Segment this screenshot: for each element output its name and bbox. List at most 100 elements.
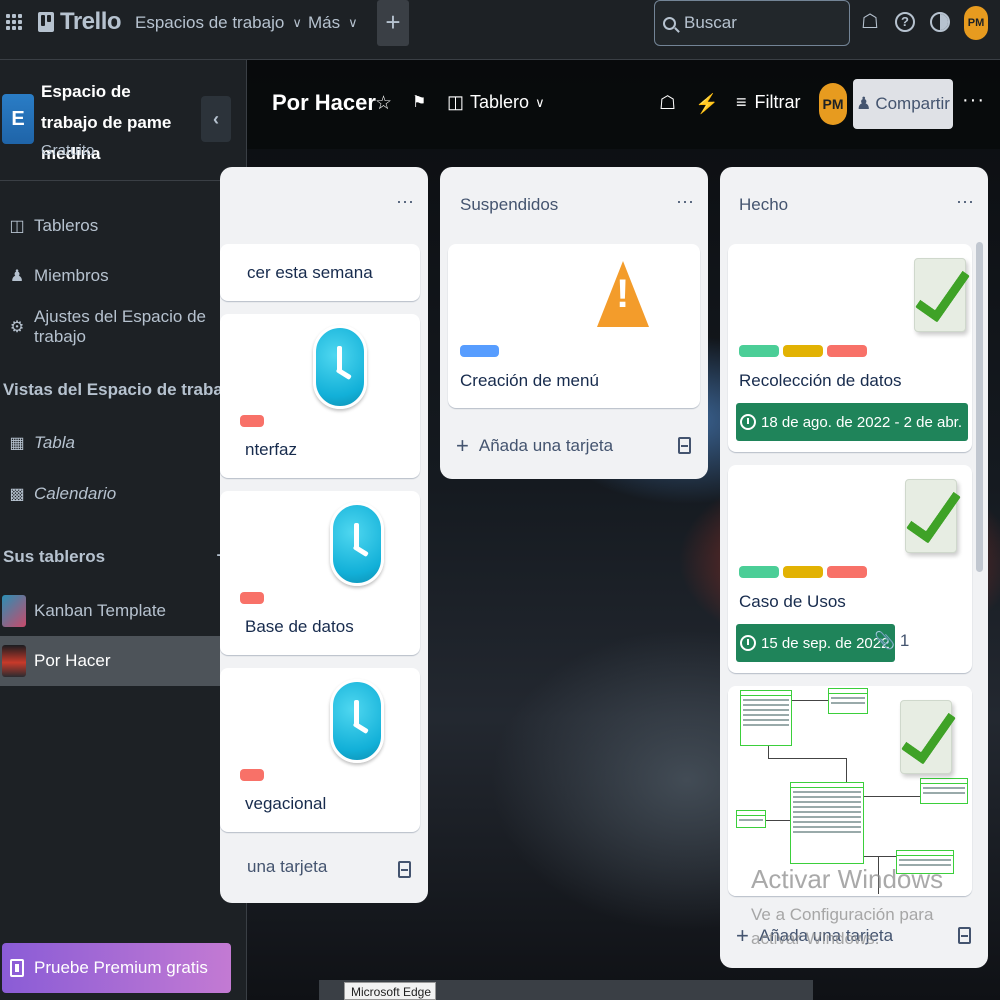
search-input[interactable] — [684, 13, 834, 33]
activation-watermark-text: Ve a Configuración para activar Windows. — [751, 905, 934, 948]
card[interactable]: vegacional — [220, 668, 420, 832]
view-switcher[interactable]: ◫ Tablero ∨ — [447, 92, 545, 113]
red-label — [240, 769, 264, 781]
card-template-icon[interactable] — [678, 437, 691, 454]
star-icon[interactable]: ☆ — [375, 92, 392, 115]
user-avatar[interactable]: PM — [964, 6, 988, 40]
lock-icon[interactable]: ⚑ — [412, 92, 426, 112]
board-icon: ◫ — [9, 218, 25, 235]
add-person-icon: ♟ — [856, 94, 872, 113]
plus-icon: + — [736, 923, 749, 948]
checkmark-icon — [914, 258, 966, 332]
card[interactable]: nterfaz — [220, 314, 420, 478]
list-menu-icon[interactable]: ··· — [396, 191, 414, 212]
attachment-count: 📎 1 — [874, 631, 909, 651]
due-date-badge[interactable]: 18 de ago. de 2022 - 2 de abr. — [736, 403, 968, 441]
red-label — [827, 566, 867, 578]
list-menu-icon[interactable]: ··· — [676, 191, 694, 212]
board-member-avatar[interactable]: PM — [819, 83, 847, 125]
sidebar-board-por-hacer[interactable]: Por Hacer — [0, 636, 247, 686]
taskbar-tooltip: Microsoft Edge — [344, 982, 436, 1000]
search-icon — [663, 16, 676, 30]
list-column: Hecho ··· Recolección de datos 18 de ago… — [720, 167, 988, 968]
diagram-table — [920, 778, 968, 804]
list-column: ··· cer esta semana nterfaz Base de dato… — [220, 167, 428, 903]
clock-icon — [330, 679, 384, 763]
card[interactable]: ! Creación de menú — [448, 244, 700, 408]
search-box[interactable] — [654, 0, 850, 46]
automation-icon[interactable]: ⚡ — [695, 92, 719, 116]
diagram-line — [846, 758, 847, 782]
power-ups-icon[interactable]: ☖ — [659, 92, 676, 115]
sidebar-item-settings[interactable]: ⚙ Ajustes del Espacio de trabajo ∨ — [0, 307, 247, 347]
sidebar-item-calendar-view[interactable]: ▩ Calendario — [0, 474, 247, 514]
trello-logo-text: Trello — [60, 8, 122, 35]
add-card-label: Añada una tarjeta — [478, 436, 614, 455]
due-date-text: 18 de ago. de 2022 - 2 de abr. — [761, 413, 962, 431]
card[interactable]: Recolección de datos 18 de ago. de 2022 … — [728, 244, 972, 452]
try-premium-button[interactable]: Pruebe Premium gratis — [2, 943, 231, 993]
card[interactable]: cer esta semana — [220, 244, 420, 301]
card[interactable]: Base de datos — [220, 491, 420, 655]
activation-watermark-title: Activar Windows — [751, 864, 944, 894]
views-heading: Vistas del Espacio de trabajo — [3, 380, 238, 399]
yellow-label — [783, 566, 823, 578]
green-label — [739, 566, 779, 578]
list-column: Suspendidos ··· ! Creación de menú + Aña… — [440, 167, 708, 479]
top-navigation-bar: Trello Espacios de trabajo ∨ Más ∨ + ☖ ?… — [0, 0, 1000, 60]
clock-icon — [313, 325, 367, 409]
attachment-count-value: 1 — [899, 631, 910, 650]
board-menu-icon[interactable]: ··· — [962, 89, 985, 112]
diagram-line — [768, 758, 846, 759]
workspace-header: E Espacio de trabajo de pame medina Grat… — [0, 60, 247, 181]
sidebar-item-boards[interactable]: ◫ Tableros — [0, 206, 247, 246]
person-icon: ♟ — [9, 268, 25, 285]
card-template-icon[interactable] — [398, 861, 411, 878]
premium-icon — [10, 959, 24, 977]
filter-button[interactable]: ≡ Filtrar — [736, 92, 801, 113]
workspace-avatar: E — [2, 94, 34, 144]
sidebar-item-table-view[interactable]: ▦ Tabla — [0, 423, 247, 463]
card-title: vegacional — [245, 794, 327, 813]
sidebar-board-kanban-template[interactable]: Kanban Template — [0, 591, 247, 631]
board-view-icon: ◫ — [447, 92, 465, 112]
checkmark-icon — [905, 479, 957, 553]
sidebar-item-members[interactable]: ♟ Miembros + — [0, 256, 247, 296]
card[interactable]: Caso de Usos 15 de sep. de 2022 📎 1 — [728, 465, 972, 673]
add-card-button[interactable]: una tarjeta — [247, 857, 327, 877]
add-card-button[interactable]: + Añada una tarjeta — [456, 433, 613, 459]
create-button[interactable]: + — [377, 0, 409, 46]
list-title[interactable]: Suspendidos — [460, 195, 558, 215]
chevron-down-icon: ∨ — [535, 94, 545, 110]
trello-logo[interactable]: Trello — [38, 8, 122, 36]
card-title: cer esta semana — [247, 263, 373, 282]
board-title[interactable]: Por Hacer — [272, 90, 376, 116]
help-icon[interactable]: ? — [895, 12, 915, 32]
due-date-badge[interactable]: 15 de sep. de 2022 — [736, 624, 896, 662]
filter-icon: ≡ — [736, 92, 747, 112]
list-title[interactable]: Hecho — [739, 195, 788, 215]
diagram-table — [828, 688, 868, 714]
share-button[interactable]: ♟ Compartir — [853, 79, 953, 129]
diagram-line — [766, 820, 790, 821]
theme-toggle-icon[interactable] — [930, 12, 950, 32]
calendar-icon: ▩ — [9, 486, 25, 503]
workspaces-menu[interactable]: Espacios de trabajo ∨ — [135, 12, 302, 34]
sidebar-item-label: Por Hacer — [34, 651, 111, 670]
sidebar-item-label: Kanban Template — [34, 601, 167, 620]
workspaces-menu-label: Espacios de trabajo — [135, 13, 285, 32]
clock-icon — [740, 635, 756, 651]
workspace-sidebar: E Espacio de trabajo de pame medina Grat… — [0, 60, 247, 1000]
board-thumbnail — [2, 645, 26, 677]
diagram-table — [740, 690, 792, 746]
app-switcher-icon[interactable] — [6, 14, 22, 30]
filter-label: Filtrar — [754, 92, 801, 112]
notifications-icon[interactable]: ☖ — [858, 10, 882, 34]
collapse-sidebar-button[interactable]: ‹ — [201, 96, 231, 142]
list-scrollbar[interactable] — [976, 242, 983, 572]
diagram-line — [864, 856, 896, 857]
more-menu[interactable]: Más ∨ — [308, 12, 358, 34]
list-menu-icon[interactable]: ··· — [956, 191, 974, 212]
boards-heading: Sus tableros — [3, 547, 106, 566]
diagram-table — [736, 810, 766, 828]
